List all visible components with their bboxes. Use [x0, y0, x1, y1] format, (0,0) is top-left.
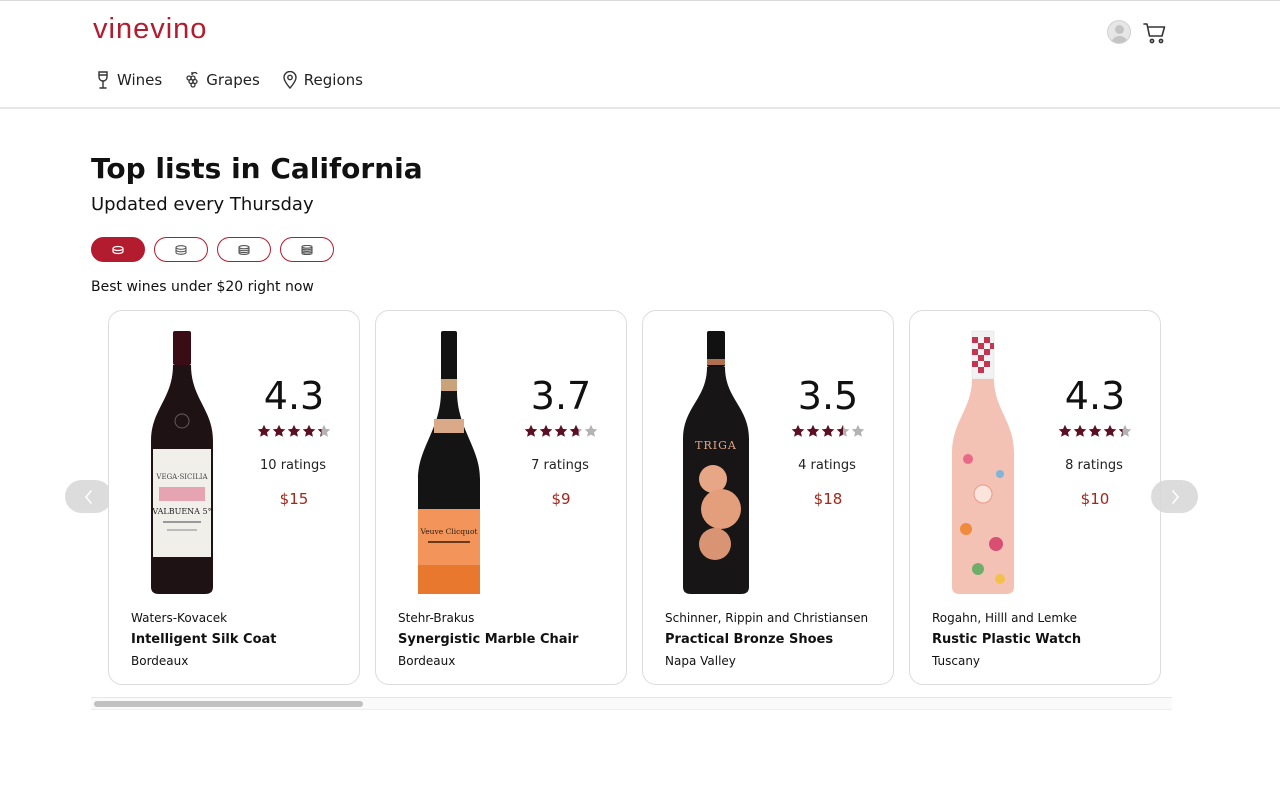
nav-item-regions[interactable]: Regions	[282, 71, 363, 89]
price-filter-chip-1[interactable]	[91, 237, 145, 262]
wine-bottle-image: TRIGA	[683, 331, 749, 594]
coin-stack-4-icon	[301, 244, 313, 255]
wine-producer: Waters-Kovacek	[131, 611, 228, 625]
nav-item-wines[interactable]: Wines	[95, 71, 162, 89]
star-filled-icon	[821, 424, 835, 437]
wine-rating: 4.3	[1064, 374, 1126, 418]
star-partial-icon	[1118, 424, 1132, 437]
star-rating	[257, 424, 332, 438]
star-filled-icon	[1058, 424, 1072, 437]
svg-text:VEGA·SICILIA: VEGA·SICILIA	[155, 473, 208, 481]
grapes-icon	[186, 71, 198, 88]
carousel-prev-button[interactable]	[65, 480, 112, 513]
star-filled-icon	[806, 424, 820, 437]
coin-stack-2-icon	[175, 244, 187, 255]
star-filled-icon	[1073, 424, 1087, 437]
wine-name[interactable]: Rustic Plastic Watch	[932, 632, 1081, 647]
ratings-count: 10 ratings	[260, 458, 326, 473]
scrollbar-thumb[interactable]	[94, 701, 363, 707]
price-filter-chips	[91, 237, 334, 262]
nav-item-grapes[interactable]: Grapes	[184, 71, 260, 89]
page-subtitle: Updated every Thursday	[91, 194, 314, 215]
page-title: Top lists in California	[91, 152, 423, 185]
star-filled-icon	[1103, 424, 1117, 437]
price-filter-chip-2[interactable]	[154, 237, 208, 262]
wine-card[interactable]: 4.3 8 ratings $10 Rogahn, Hilll and Lemk…	[909, 310, 1161, 685]
star-filled-icon	[539, 424, 553, 437]
wine-name[interactable]: Practical Bronze Shoes	[665, 632, 833, 647]
wine-producer: Rogahn, Hilll and Lemke	[932, 611, 1077, 625]
wine-price: $9	[551, 490, 571, 508]
star-filled-icon	[1088, 424, 1102, 437]
wine-name[interactable]: Synergistic Marble Chair	[398, 632, 578, 647]
vinevino-logo[interactable]: vinevino	[93, 13, 207, 46]
star-filled-icon	[791, 424, 805, 437]
location-pin-icon	[283, 71, 297, 89]
wine-rating: 3.7	[530, 374, 592, 418]
star-filled-icon	[257, 424, 271, 437]
wine-glass-icon	[98, 71, 108, 89]
wine-region: Tuscany	[932, 654, 981, 668]
chevron-right-icon	[1171, 489, 1179, 504]
nav-item-label: Wines	[117, 71, 163, 89]
star-partial-icon	[317, 424, 331, 437]
nav-item-label: Grapes	[206, 71, 260, 89]
cart-icon[interactable]	[1143, 21, 1167, 45]
svg-text:TRIGA: TRIGA	[695, 439, 737, 452]
star-filled-icon	[524, 424, 538, 437]
wine-card[interactable]: TRIGA 3.5 4 ratings $18 Schinner, Rippin…	[642, 310, 894, 685]
wine-bottle-image	[952, 330, 1014, 594]
price-filter-chip-4[interactable]	[280, 237, 334, 262]
star-rating	[791, 424, 866, 438]
star-filled-icon	[554, 424, 568, 437]
svg-text:Veuve Clicquot: Veuve Clicquot	[420, 527, 478, 536]
star-filled-icon	[287, 424, 301, 437]
site-header: vinevino Wines Grapes Regions	[0, 1, 1280, 109]
coin-stack-1-icon	[112, 245, 124, 254]
wine-bottle-image: Veuve Clicquot	[418, 331, 480, 594]
ratings-count: 7 ratings	[531, 458, 589, 473]
wine-bottle-image: VEGA·SICILIA VALBUENA 5°	[151, 331, 213, 594]
ratings-count: 4 ratings	[798, 458, 856, 473]
star-partial-icon	[836, 424, 850, 437]
price-filter-chip-3[interactable]	[217, 237, 271, 262]
star-empty-icon	[584, 424, 598, 437]
chevron-left-icon	[84, 489, 92, 504]
wine-region: Bordeaux	[131, 654, 189, 668]
user-avatar-icon[interactable]	[1107, 20, 1131, 44]
coin-stack-3-icon	[238, 244, 250, 255]
ratings-count: 8 ratings	[1065, 458, 1123, 473]
wine-card[interactable]: Veuve Clicquot 3.7 7 ratings $9 Stehr-Br…	[375, 310, 627, 685]
wine-region: Bordeaux	[398, 654, 456, 668]
wine-producer: Schinner, Rippin and Christiansen	[665, 611, 869, 625]
star-partial-icon	[569, 424, 583, 437]
wine-price: $15	[279, 490, 309, 508]
svg-text:VALBUENA 5°: VALBUENA 5°	[151, 507, 211, 516]
star-empty-icon	[851, 424, 865, 437]
wine-rating: 3.5	[797, 374, 859, 418]
wine-producer: Stehr-Brakus	[398, 611, 475, 625]
star-rating	[524, 424, 599, 438]
wine-region: Napa Valley	[665, 654, 736, 668]
wine-price: $18	[813, 490, 843, 508]
star-filled-icon	[272, 424, 286, 437]
wine-rating: 4.3	[263, 374, 325, 418]
list-label: Best wines under $20 right now	[91, 279, 314, 295]
wine-card[interactable]: VEGA·SICILIA VALBUENA 5° 4.3 10 ratings …	[108, 310, 360, 685]
wine-name[interactable]: Intelligent Silk Coat	[131, 632, 277, 647]
main-nav: Wines Grapes Regions	[95, 71, 363, 89]
wine-carousel: VEGA·SICILIA VALBUENA 5° 4.3 10 ratings …	[108, 310, 1161, 685]
wine-price: $10	[1080, 490, 1110, 508]
nav-item-label: Regions	[303, 71, 363, 89]
carousel-next-button[interactable]	[1151, 480, 1198, 513]
carousel-scrollbar[interactable]	[91, 697, 1172, 710]
star-rating	[1058, 424, 1133, 438]
star-filled-icon	[302, 424, 316, 437]
